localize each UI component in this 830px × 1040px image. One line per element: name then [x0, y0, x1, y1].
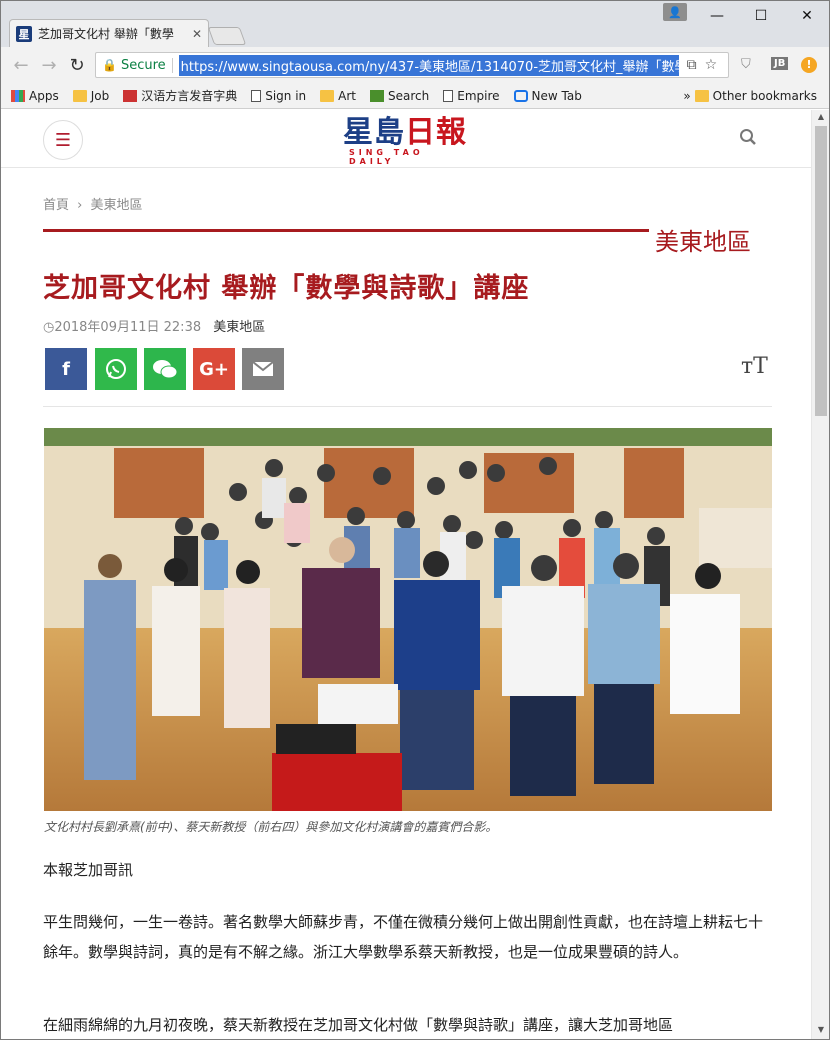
article-meta: ◷2018年09月11日 22:38 美東地區 [43, 316, 265, 335]
title-bar: 星 芝加哥文化村 舉辦「數學 ✕ 👤 — ☐ ✕ [1, 1, 829, 47]
tab-title: 芝加哥文化村 舉辦「數學 [38, 27, 174, 41]
folder-icon [72, 89, 87, 102]
page-icon [443, 89, 454, 102]
bookmark-newtab[interactable]: New Tab [513, 89, 582, 103]
article-timestamp: 2018年09月11日 22:38 [54, 320, 202, 335]
hamburger-menu-icon[interactable]: ☰ [43, 120, 83, 160]
site-favicon-icon: 星 [16, 25, 32, 42]
search-site-icon [370, 89, 385, 102]
site-icon [123, 89, 138, 102]
scroll-down-icon[interactable]: ▼ [812, 1025, 829, 1039]
article-dateline: 本報芝加哥訊 [43, 861, 134, 879]
bookmark-apps[interactable]: Apps [11, 89, 59, 103]
minimize-button[interactable]: — [697, 5, 737, 27]
close-window-button[interactable]: ✕ [787, 5, 827, 27]
divider [43, 406, 772, 407]
scroll-thumb[interactable] [815, 126, 827, 416]
breadcrumb-section[interactable]: 美東地區 [91, 198, 143, 213]
bookmark-search[interactable]: Search [370, 89, 429, 103]
tab-close-icon[interactable]: ✕ [192, 27, 202, 41]
bookmark-job[interactable]: Job [72, 89, 109, 103]
bookmarks-bar: Apps Job 汉语方言发音字典 Sign in Art Search Emp… [1, 83, 829, 109]
folder-icon [320, 89, 335, 102]
profile-icon[interactable]: 👤 [663, 3, 687, 21]
lock-icon: 🔒 [102, 58, 117, 72]
facebook-share-icon[interactable]: f [45, 348, 87, 390]
breadcrumb: 首頁 › 美東地區 [43, 194, 143, 213]
bookmark-signin[interactable]: Sign in [251, 89, 306, 103]
photo-caption: 文化村村長劉承熹(前中)、蔡天新教授（前右四）與參加文化村演講會的嘉賓們合影。 [44, 820, 498, 834]
article-photo [44, 428, 772, 811]
breadcrumb-separator: › [77, 198, 83, 213]
back-button[interactable]: ← [7, 51, 35, 79]
shield-extension-icon[interactable]: ⛉ [741, 57, 751, 72]
section-label[interactable]: 美東地區 [655, 222, 751, 257]
scroll-up-icon[interactable]: ▲ [812, 112, 829, 126]
bookmarks-overflow-button[interactable]: » [683, 89, 690, 103]
browser-toolbar: ← → ↻ 🔒 Secure https://www.singtaousa.co… [1, 47, 829, 83]
browser-tab[interactable]: 星 芝加哥文化村 舉辦「數學 ✕ [9, 19, 209, 47]
site-header: ☰ 星島日報 SING TAO DAILY [1, 110, 813, 168]
folder-icon [694, 89, 709, 102]
alert-extension-icon[interactable]: ! [801, 57, 817, 73]
translate-icon[interactable]: ⧉ [687, 57, 697, 73]
forward-button[interactable]: → [35, 51, 63, 79]
bookmark-art[interactable]: Art [320, 89, 356, 103]
reload-button[interactable]: ↻ [63, 51, 91, 79]
search-icon[interactable] [739, 128, 761, 150]
browser-window: 星 芝加哥文化村 舉辦「數學 ✕ 👤 — ☐ ✕ ← → ↻ 🔒 Secure … [0, 0, 830, 1040]
newtab-site-icon [513, 89, 528, 102]
bookmark-star-icon[interactable]: ☆ [705, 57, 718, 73]
clock-icon: ◷ [43, 320, 55, 335]
bookmark-dictionary[interactable]: 汉语方言发音字典 [123, 87, 237, 104]
page-scrollbar[interactable]: ▲ ▼ [811, 110, 829, 1039]
site-logo[interactable]: 星島日報 SING TAO DAILY [343, 116, 473, 167]
section-divider [43, 229, 649, 232]
wechat-share-icon[interactable] [144, 348, 186, 390]
whatsapp-share-icon[interactable] [95, 348, 137, 390]
bookmark-other[interactable]: Other bookmarks [694, 89, 817, 103]
email-share-icon[interactable] [242, 348, 284, 390]
page-icon [251, 89, 262, 102]
breadcrumb-home[interactable]: 首頁 [43, 198, 69, 213]
apps-grid-icon [11, 89, 25, 102]
secure-label: Secure [121, 57, 173, 73]
new-tab-button[interactable] [207, 27, 247, 45]
article-paragraph: 在細雨綿綿的九月初夜晚，蔡天新教授在芝加哥文化村做「數學與詩歌」講座，讓大芝加哥… [43, 1016, 674, 1034]
googleplus-share-icon[interactable]: G+ [193, 348, 235, 390]
font-size-icon[interactable]: ᴛT [741, 354, 768, 379]
article-paragraph: 平生問幾何，一生一卷詩。著名數學大師蘇步青，不僅在微積分幾何上做出開創性貢獻，也… [43, 913, 764, 961]
article-headline: 芝加哥文化村 舉辦「數學與詩歌」講座 [43, 273, 530, 304]
article-category[interactable]: 美東地區 [213, 320, 265, 335]
maximize-button[interactable]: ☐ [741, 5, 781, 27]
bookmark-empire[interactable]: Empire [443, 89, 500, 103]
url-text[interactable]: https://www.singtaousa.com/ny/437-美東地區/1… [178, 54, 679, 76]
page-viewport: ☰ 星島日報 SING TAO DAILY 首頁 › 美東地區 美東地區 芝加哥… [1, 110, 813, 1039]
address-bar[interactable]: 🔒 Secure https://www.singtaousa.com/ny/4… [95, 52, 729, 78]
jb-extension-icon[interactable]: JB [771, 57, 789, 70]
